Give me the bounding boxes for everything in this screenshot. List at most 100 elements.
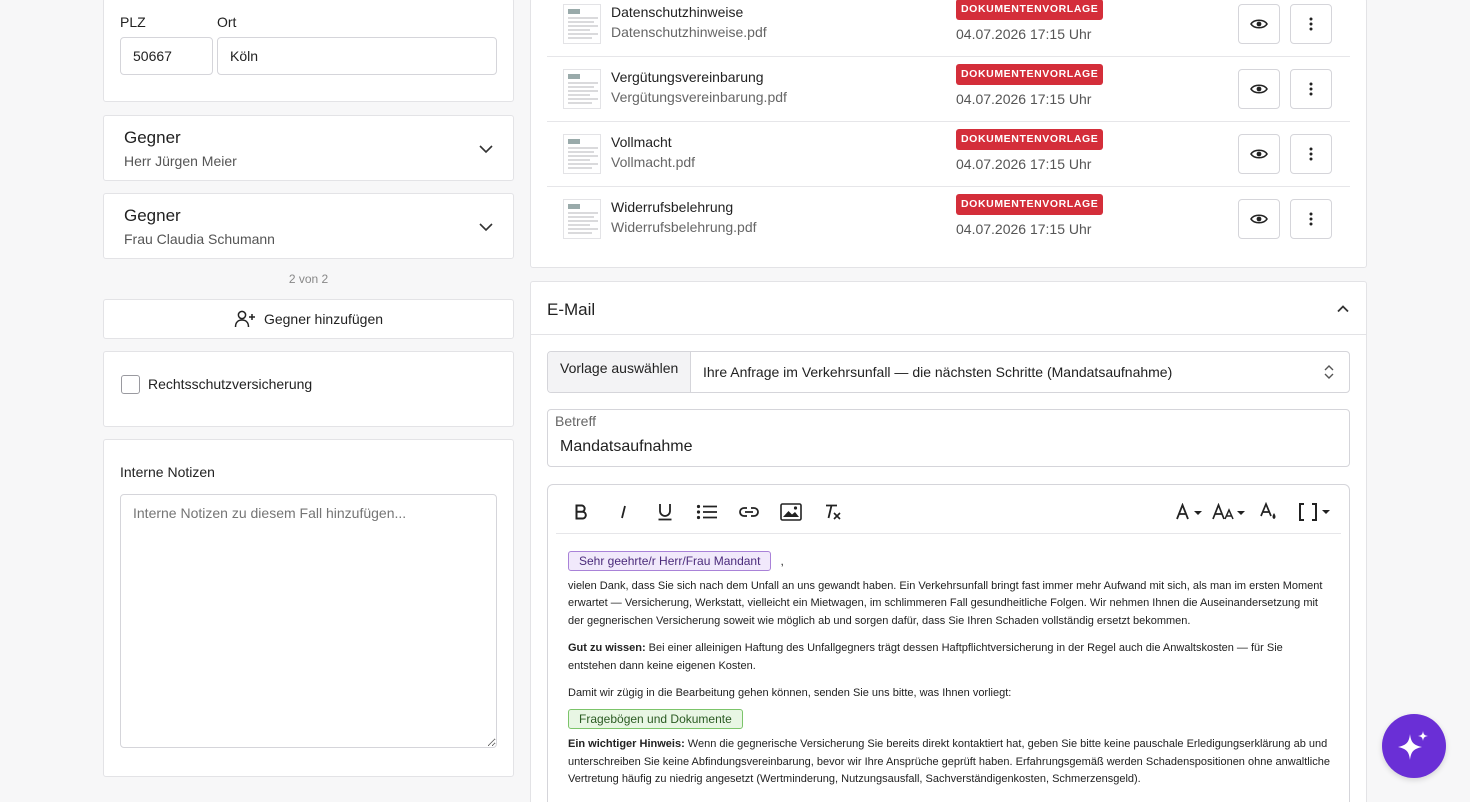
font-size-button[interactable]	[1212, 501, 1248, 523]
document-row: Vergütungsvereinbarung Vergütungsvereinba…	[547, 57, 1350, 122]
paragraph: Ein wichtiger Hinweis: Wenn die gegneris…	[568, 736, 1330, 789]
document-row: Widerrufsbelehrung Widerrufsbelehrung.pdf…	[547, 187, 1350, 252]
template-group: Vorlage auswählen Ihre Anfrage im Verkeh…	[547, 351, 1350, 393]
more-vertical-icon	[1309, 17, 1313, 31]
pagination-text: 2 von 2	[288, 272, 329, 286]
email-editor: Sehr geehrte/r Herr/Frau Mandant , viele…	[547, 484, 1350, 802]
template-label-box: Vorlage auswählen	[548, 352, 691, 392]
editor-content[interactable]: Sehr geehrte/r Herr/Frau Mandant , viele…	[568, 551, 1330, 789]
document-filename: Widerrufsbelehrung.pdf	[611, 219, 757, 235]
documents-placeholder-chip[interactable]: Fragebögen und Dokumente	[568, 708, 743, 729]
insurance-label[interactable]: Rechtsschutzversicherung	[148, 376, 312, 392]
paragraph: vielen Dank, dass Sie sich nach dem Unfa…	[568, 579, 1323, 627]
add-opponent-button[interactable]: Gegner hinzufügen	[103, 299, 514, 339]
status-badge: DOKUMENTENVORLAGE	[956, 129, 1104, 150]
font-size-icon	[1212, 503, 1245, 520]
subject-label: Betreff	[555, 413, 596, 429]
email-section-title: E-Mail	[547, 300, 596, 319]
document-thumbnail[interactable]	[563, 69, 601, 109]
more-options-button[interactable]	[1290, 4, 1332, 44]
document-date: 04.07.2026 17:15 Uhr	[956, 221, 1092, 237]
more-options-button[interactable]	[1290, 69, 1332, 109]
email-card: E-Mail Vorlage auswählen Ihre Anfrage im…	[530, 281, 1367, 802]
add-opponent-label: Gegner hinzufügen	[263, 311, 384, 327]
status-badge: DOKUMENTENVORLAGE	[956, 0, 1104, 20]
paragraph: Damit wir zügig in die Bearbeitung gehen…	[568, 687, 1012, 699]
document-row: Vollmacht Vollmacht.pdf DOKUMENTENVORLAGE 0…	[547, 122, 1350, 187]
chevron-down-icon[interactable]	[477, 140, 495, 158]
underline-button[interactable]	[654, 501, 676, 523]
chevron-down-icon[interactable]	[477, 218, 495, 236]
ai-assistant-button[interactable]	[1382, 714, 1446, 778]
eye-icon	[1250, 214, 1268, 224]
opponent-card[interactable]: Gegner Herr Jürgen Meier	[103, 115, 514, 181]
notes-label: Interne Notizen	[120, 464, 215, 480]
document-date: 04.07.2026 17:15 Uhr	[956, 91, 1092, 107]
document-date: 04.07.2026 17:15 Uhr	[956, 26, 1092, 42]
more-options-button[interactable]	[1290, 199, 1332, 239]
email-header[interactable]: E-Mail	[531, 282, 1366, 335]
subject-field[interactable]: Betreff Mandatsaufnahme	[547, 409, 1350, 467]
paragraph-bold: Gut zu wissen:	[568, 642, 646, 654]
image-button[interactable]	[779, 501, 803, 523]
paragraph: Gut zu wissen: Bei einer alleinigen Haft…	[568, 640, 1330, 675]
paragraph-text: Bei einer alleinigen Haftung des Unfallg…	[568, 642, 1283, 672]
opponent-card[interactable]: Gegner Frau Claudia Schumann	[103, 193, 514, 259]
template-select[interactable]: Ihre Anfrage im Verkehrsunfall — die näc…	[691, 352, 1349, 392]
notes-textarea[interactable]	[120, 494, 497, 748]
more-options-button[interactable]	[1290, 134, 1332, 174]
view-document-button[interactable]	[1238, 134, 1280, 174]
salutation-line: Sehr geehrte/r Herr/Frau Mandant ,	[568, 551, 1330, 572]
document-preview-icon	[568, 9, 598, 39]
paragraph-bold: Ein wichtiger Hinweis:	[568, 738, 685, 750]
add-user-icon	[234, 310, 255, 328]
document-date: 04.07.2026 17:15 Uhr	[956, 156, 1092, 172]
link-icon	[739, 507, 759, 517]
placeholder-button[interactable]	[1298, 501, 1332, 523]
image-icon	[780, 503, 802, 521]
document-name[interactable]: Widerrufsbelehrung	[611, 199, 733, 215]
bullet-list-icon	[696, 504, 717, 520]
italic-icon	[621, 505, 626, 519]
font-family-icon	[1176, 503, 1202, 520]
clear-formatting-button[interactable]	[821, 501, 845, 523]
editor-toolbar	[556, 485, 1341, 534]
subject-value: Mandatsaufnahme	[560, 438, 693, 455]
document-name[interactable]: Datenschutzhinweise	[611, 4, 743, 20]
underline-icon	[658, 504, 672, 521]
font-family-button[interactable]	[1174, 501, 1206, 523]
document-preview-icon	[568, 139, 598, 169]
insurance-card: Rechtsschutzversicherung	[103, 351, 514, 427]
bullet-list-button[interactable]	[695, 501, 719, 523]
salutation-placeholder-chip[interactable]: Sehr geehrte/r Herr/Frau Mandant	[568, 551, 772, 571]
document-preview-icon	[568, 204, 598, 234]
ort-input[interactable]: Köln	[217, 37, 497, 75]
document-row: Datenschutzhinweise Datenschutzhinweise.p…	[547, 0, 1350, 57]
document-name[interactable]: Vollmacht	[611, 134, 672, 150]
italic-button[interactable]	[612, 501, 634, 523]
document-thumbnail[interactable]	[563, 134, 601, 174]
view-document-button[interactable]	[1238, 69, 1280, 109]
plz-input[interactable]: 50667	[120, 37, 213, 75]
opponent-name: Frau Claudia Schumann	[124, 231, 275, 247]
eye-icon	[1250, 149, 1268, 159]
document-thumbnail[interactable]	[563, 4, 601, 44]
opponent-name: Herr Jürgen Meier	[124, 153, 237, 169]
chevron-up-icon[interactable]	[1336, 302, 1350, 316]
plz-value: 50667	[133, 48, 172, 64]
opponent-title: Gegner	[124, 128, 181, 147]
bold-button[interactable]	[570, 501, 592, 523]
view-document-button[interactable]	[1238, 199, 1280, 239]
insurance-checkbox[interactable]	[121, 375, 140, 394]
view-document-button[interactable]	[1238, 4, 1280, 44]
text-color-button[interactable]	[1258, 501, 1280, 523]
document-name[interactable]: Vergütungsvereinbarung	[611, 69, 764, 85]
more-vertical-icon	[1309, 82, 1313, 96]
bold-icon	[575, 504, 587, 520]
text-color-icon	[1260, 502, 1276, 519]
document-filename: Vergütungsvereinbarung.pdf	[611, 89, 787, 105]
link-button[interactable]	[737, 501, 761, 523]
status-badge: DOKUMENTENVORLAGE	[956, 194, 1104, 215]
sparkle-icon	[1398, 731, 1428, 760]
document-thumbnail[interactable]	[563, 199, 601, 239]
